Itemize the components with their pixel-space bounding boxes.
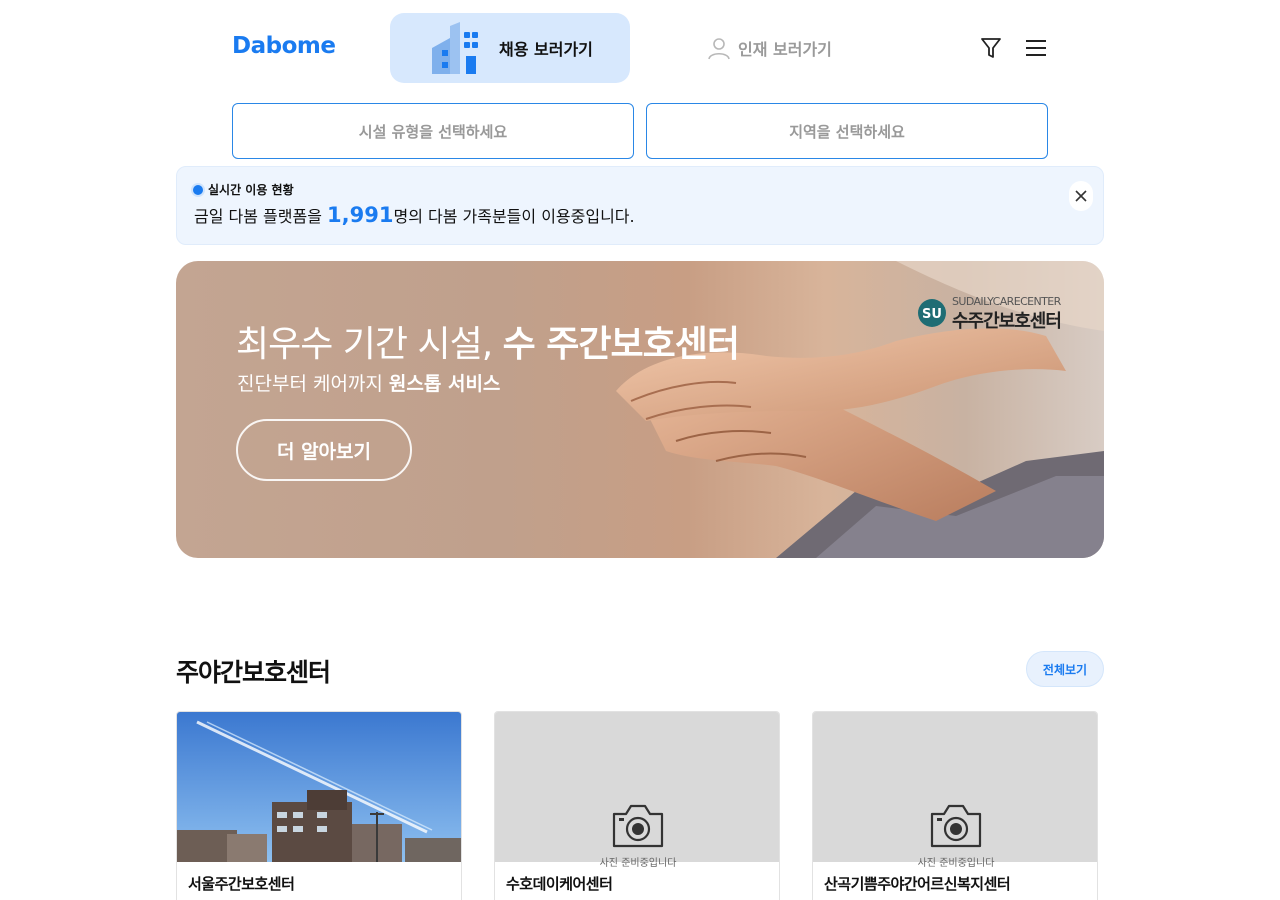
live-status-message: 금일 다봄 플랫폼을 1,991명의 다봄 가족분들이 이용중입니다. xyxy=(194,203,635,227)
tab-jobs-label: 채용 보러가기 xyxy=(499,40,593,59)
facility-photo xyxy=(177,712,461,862)
facility-card[interactable]: 사진 준비중입니다 산곡기쁨주야간어르신복지센터 xyxy=(812,711,1098,900)
photo-caption: 사진 준비중입니다 xyxy=(599,858,677,869)
photo-caption: 사진 준비중입니다 xyxy=(917,858,995,869)
svg-text:SU: SU xyxy=(922,307,942,322)
close-icon[interactable] xyxy=(1069,181,1093,211)
live-message-prefix: 금일 다봄 플랫폼을 xyxy=(194,207,328,226)
tab-talent[interactable]: 인재 보러가기 xyxy=(630,13,870,83)
facility-type-select[interactable]: 시설 유형을 선택하세요 xyxy=(232,103,634,159)
live-status-tag: 실시간 이용 현황 xyxy=(208,183,294,197)
facility-type-placeholder: 시설 유형을 선택하세요 xyxy=(358,122,508,141)
facility-card[interactable]: 사진 준비중입니다 수호데이케어센터 xyxy=(494,711,780,900)
tab-talent-label: 인재 보러가기 xyxy=(738,40,832,59)
facility-name: 서울주간보호센터 xyxy=(188,875,295,893)
banner-headline: 최우수 기간 시설, 수 주간보호센터 xyxy=(236,315,740,367)
brand-logo-icon: SU xyxy=(918,299,946,327)
live-dot-icon xyxy=(193,185,203,195)
promo-banner[interactable]: 최우수 기간 시설, 수 주간보호센터 진단부터 케어까지 원스톱 서비스 더 … xyxy=(176,261,1104,558)
building-icon xyxy=(432,22,478,74)
region-placeholder: 지역을 선택하세요 xyxy=(789,122,905,141)
banner-sub-bold: 원스톱 서비스 xyxy=(388,373,501,395)
camera-icon xyxy=(612,804,664,848)
learn-more-button[interactable]: 더 알아보기 xyxy=(236,419,412,481)
banner-headline-normal: 최우수 기간 시설, xyxy=(236,324,503,365)
camera-icon xyxy=(930,804,982,848)
logo[interactable]: Dabome xyxy=(232,33,336,59)
facility-name: 수호데이케어센터 xyxy=(506,875,613,893)
section-title: 주야간보호센터 xyxy=(176,658,331,687)
facility-photo-placeholder: 사진 준비중입니다 xyxy=(495,712,779,869)
brand-name-ko: 수주간보호센터 xyxy=(952,311,1062,332)
view-all-button[interactable]: 전체보기 xyxy=(1026,651,1104,687)
facility-card[interactable]: 서울주간보호센터 xyxy=(176,711,462,900)
facility-name: 산곡기쁨주야간어르신복지센터 xyxy=(824,875,1011,893)
brand-mark: SU SUDAILYCARECENTER 수주간보호센터 xyxy=(914,295,1076,335)
banner-headline-bold: 수 주간보호센터 xyxy=(502,324,740,365)
banner-sub-normal: 진단부터 케어까지 xyxy=(237,373,389,395)
tab-jobs[interactable]: 채용 보러가기 xyxy=(390,13,630,83)
region-select[interactable]: 지역을 선택하세요 xyxy=(646,103,1048,159)
menu-icon[interactable] xyxy=(1023,35,1049,61)
top-header: Dabome 채용 보러가기 인재 보러가기 xyxy=(232,13,1048,83)
live-user-count: 1,991 xyxy=(327,203,394,227)
live-status-banner: 실시간 이용 현황 금일 다봄 플랫폼을 1,991명의 다봄 가족분들이 이용… xyxy=(176,166,1104,245)
person-icon xyxy=(708,38,730,60)
facility-photo-placeholder: 사진 준비중입니다 xyxy=(813,712,1097,869)
filter-icon[interactable] xyxy=(978,35,1004,61)
live-message-suffix: 명의 다봄 가족분들이 이용중입니다. xyxy=(393,207,635,226)
banner-subtitle: 진단부터 케어까지 원스톱 서비스 xyxy=(237,369,500,396)
